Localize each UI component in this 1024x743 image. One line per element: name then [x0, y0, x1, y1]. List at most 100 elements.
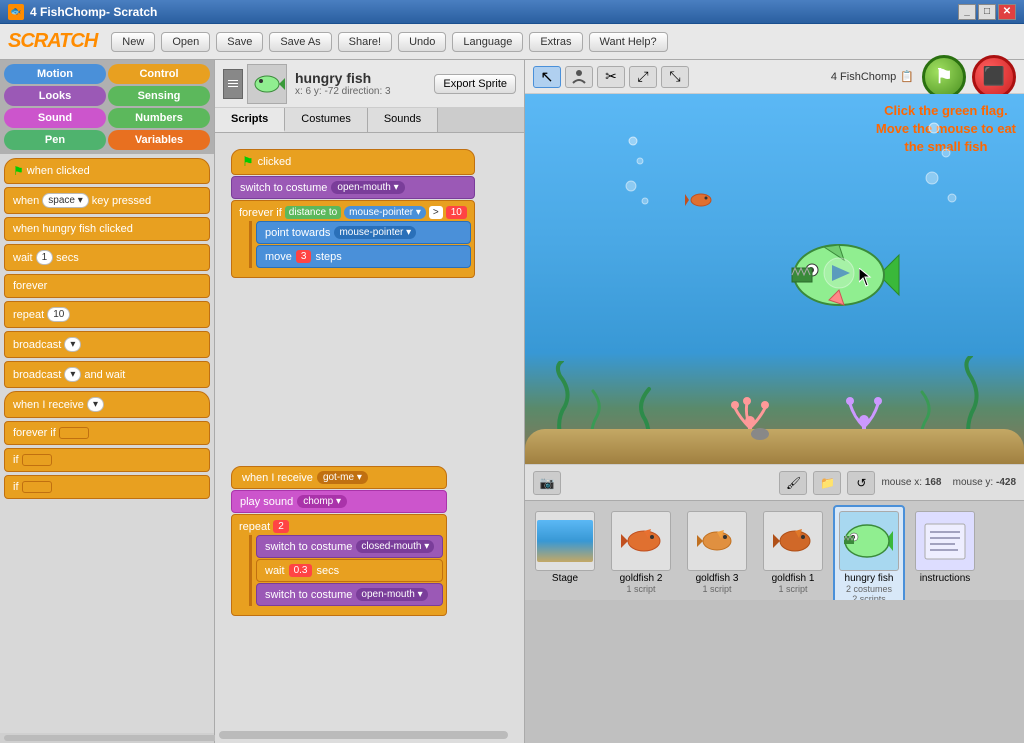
block-switch-open[interactable]: switch to costume open-mouth ▾	[256, 583, 443, 606]
new-button[interactable]: New	[111, 32, 155, 52]
save-as-button[interactable]: Save As	[269, 32, 331, 52]
goldfish2-sublabel: 1 script	[626, 584, 655, 594]
bubbles-1	[625, 131, 655, 214]
block-switch-costume-1[interactable]: switch to costume open-mouth ▾	[231, 176, 475, 199]
arrow-tool[interactable]: ↖	[533, 66, 561, 88]
small-fish	[685, 190, 715, 213]
category-variables[interactable]: Variables	[108, 130, 210, 150]
sprite-details: hungry fish x: 6 y: -72 direction: 3	[295, 70, 391, 97]
open-button[interactable]: Open	[161, 32, 210, 52]
category-looks[interactable]: Looks	[4, 86, 106, 106]
blocks-panel: Motion Control Looks Sensing Sound Numbe…	[0, 60, 215, 743]
sprite-item-stage[interactable]: Stage	[529, 505, 601, 590]
undo-button[interactable]: Undo	[398, 32, 446, 52]
scripts-canvas[interactable]: ⚑ clicked switch to costume open-mouth ▾…	[215, 133, 524, 743]
category-numbers[interactable]: Numbers	[108, 108, 210, 128]
block-forever-if-script[interactable]: forever if distance to mouse-pointer ▾ >…	[231, 200, 475, 278]
save-button[interactable]: Save	[216, 32, 263, 52]
block-forever[interactable]: forever	[4, 274, 210, 298]
block-broadcast-wait[interactable]: broadcast ▾ and wait	[4, 361, 210, 388]
mouse-y-label: mouse y:	[953, 477, 994, 488]
language-button[interactable]: Language	[452, 32, 523, 52]
category-motion[interactable]: Motion	[4, 64, 106, 84]
ocean-background: Click the green flag.Move the mouse to e…	[525, 94, 1024, 464]
scissors-tool[interactable]: ✂	[597, 66, 625, 88]
notes-icon[interactable]: 📋	[900, 70, 914, 83]
script-group-1: ⚑ clicked switch to costume open-mouth ▾…	[231, 149, 475, 278]
goldfish3-thumbnail	[687, 511, 747, 571]
sprite-item-hungry-fish[interactable]: hungry fish 2 costumes 2 scripts	[833, 505, 905, 600]
block-play-sound[interactable]: play sound chomp ▾	[231, 490, 447, 513]
big-fish	[784, 235, 904, 318]
category-sound[interactable]: Sound	[4, 108, 106, 128]
tab-scripts[interactable]: Scripts	[215, 108, 285, 132]
project-name-display: 4 FishChomp 📋	[831, 70, 914, 83]
expand-tool[interactable]: ⤢	[629, 66, 657, 88]
block-repeat[interactable]: repeat 10	[4, 301, 210, 328]
hungry-fish-sublabel: 2 costumes	[846, 584, 892, 594]
mouse-cursor	[859, 268, 873, 291]
instructions-label: instructions	[920, 573, 971, 584]
goldfish1-sublabel: 1 script	[778, 584, 807, 594]
close-button[interactable]: ✕	[998, 4, 1016, 20]
block-when-sprite-clicked[interactable]: when hungry fish clicked	[4, 217, 210, 241]
sprite-item-goldfish2[interactable]: goldfish 2 1 script	[605, 505, 677, 600]
help-button[interactable]: Want Help?	[589, 32, 668, 52]
script-editor: hungry fish x: 6 y: -72 direction: 3 Exp…	[215, 60, 525, 743]
block-when-clicked-script[interactable]: ⚑ clicked	[231, 149, 475, 175]
category-control[interactable]: Control	[108, 64, 210, 84]
camera-button[interactable]: 📷	[533, 471, 561, 495]
window-title: 4 FishChomp- Scratch	[30, 5, 157, 19]
block-if-1[interactable]: if	[4, 448, 210, 472]
tab-costumes[interactable]: Costumes	[285, 108, 368, 132]
titlebar: 🐟 4 FishChomp- Scratch _ □ ✕	[0, 0, 1024, 24]
block-switch-closed[interactable]: switch to costume closed-mouth ▾	[256, 535, 443, 558]
stage-view[interactable]: Click the green flag.Move the mouse to e…	[525, 94, 1024, 464]
block-forever-if[interactable]: forever if	[4, 421, 210, 445]
sprite-item-goldfish3[interactable]: goldfish 3 1 script	[681, 505, 753, 600]
menubar: SCRATCH New Open Save Save As Share! Und…	[0, 24, 1024, 60]
mouse-coordinates: mouse x: 168 mouse y: -428	[881, 477, 1016, 488]
block-when-clicked[interactable]: ⚑ when clicked	[4, 158, 210, 184]
refresh-button[interactable]: ↺	[847, 471, 875, 495]
goldfish3-label: goldfish 3	[696, 573, 739, 584]
paint-button[interactable]: 🖌	[779, 471, 807, 495]
goldfish1-label: goldfish 1	[772, 573, 815, 584]
block-if-2[interactable]: if	[4, 475, 210, 499]
share-button[interactable]: Share!	[338, 32, 392, 52]
tab-sounds[interactable]: Sounds	[368, 108, 438, 132]
stage-bottom-toolbar: 📷 🖌 📁 ↺ mouse x: 168 mouse y: -428	[525, 464, 1024, 500]
folder-button[interactable]: 📁	[813, 471, 841, 495]
category-sensing[interactable]: Sensing	[108, 86, 210, 106]
block-when-receive-script[interactable]: when I receive got-me ▾	[231, 466, 447, 489]
sprite-item-instructions[interactable]: instructions	[909, 505, 981, 590]
script-group-2: when I receive got-me ▾ play sound chomp…	[231, 466, 447, 616]
extras-button[interactable]: Extras	[529, 32, 582, 52]
block-wait[interactable]: wait 1 secs	[4, 244, 210, 271]
block-repeat-2[interactable]: repeat 2 switch to costume closed-mouth …	[231, 514, 447, 616]
shrink-tool[interactable]: ⤡	[661, 66, 689, 88]
collapse-btn[interactable]	[223, 69, 243, 99]
when-clicked-label: clicked	[258, 156, 292, 168]
goldfish3-sublabel: 1 script	[702, 584, 731, 594]
block-when-key-pressed[interactable]: when space ▾ key pressed	[4, 187, 210, 214]
block-wait-secs[interactable]: wait 0.3 secs	[256, 559, 443, 582]
sprite-item-goldfish1[interactable]: goldfish 1 1 script	[757, 505, 829, 600]
person-tool[interactable]	[565, 66, 593, 88]
category-pen[interactable]: Pen	[4, 130, 106, 150]
block-when-receive[interactable]: when I receive ▾	[4, 391, 210, 418]
scripts-scrollbar-h[interactable]	[219, 731, 508, 739]
minimize-button[interactable]: _	[958, 4, 976, 20]
stage-label: Stage	[552, 573, 578, 584]
stop-button[interactable]: ⬛	[972, 55, 1016, 99]
block-move-steps[interactable]: move 3 steps	[256, 245, 471, 268]
goldfish2-label: goldfish 2	[620, 573, 663, 584]
editor-tabs: Scripts Costumes Sounds	[215, 108, 524, 133]
sprite-info-header: hungry fish x: 6 y: -72 direction: 3 Exp…	[215, 60, 524, 108]
sprite-name-label: hungry fish	[295, 70, 391, 86]
maximize-button[interactable]: □	[978, 4, 996, 20]
block-broadcast[interactable]: broadcast ▾	[4, 331, 210, 358]
green-flag-button[interactable]: ⚑	[922, 55, 966, 99]
export-sprite-button[interactable]: Export Sprite	[434, 74, 516, 94]
block-point-towards[interactable]: point towards mouse-pointer ▾	[256, 221, 471, 244]
